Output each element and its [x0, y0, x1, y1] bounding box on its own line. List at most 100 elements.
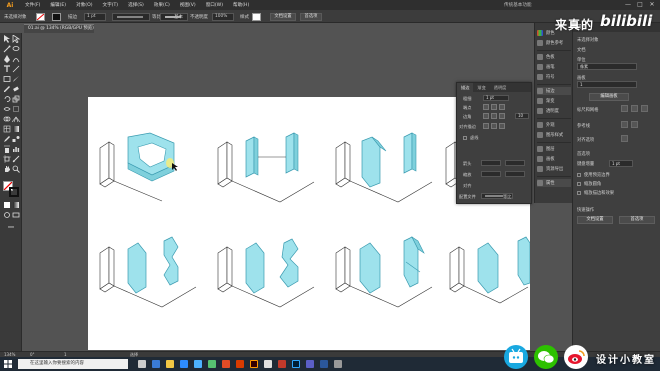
tab-stroke[interactable]: 描边	[457, 83, 474, 92]
pencil-tool-icon[interactable]	[3, 85, 11, 93]
type-tool-icon[interactable]	[3, 65, 11, 73]
app-icon-2[interactable]	[264, 360, 272, 368]
model-1[interactable]	[99, 132, 178, 202]
lock-guides-icon[interactable]	[631, 121, 638, 128]
file-explorer-icon[interactable]	[166, 360, 174, 368]
unit-select[interactable]: 像素	[577, 63, 637, 70]
photoshop-icon[interactable]	[292, 360, 300, 368]
dock-transparency[interactable]: 透明度	[537, 107, 571, 115]
model-7[interactable]	[335, 236, 433, 308]
miter-join-icon[interactable]	[483, 113, 489, 119]
dock-properties[interactable]: 属性	[537, 179, 571, 187]
menu-window[interactable]: 窗口(W)	[201, 2, 228, 8]
hand-tool-icon[interactable]	[3, 165, 11, 173]
keyboard-increment-field[interactable]: 1 pt	[609, 160, 633, 167]
free-transform-tool-icon[interactable]	[12, 105, 20, 113]
pixel-grid-icon[interactable]	[641, 105, 648, 112]
start-arrowhead-select[interactable]	[481, 160, 501, 166]
mesh-tool-icon[interactable]	[3, 125, 11, 133]
snap-to-point-icon[interactable]	[621, 135, 628, 142]
edge-icon[interactable]	[152, 360, 160, 368]
zoom-tool-icon[interactable]	[12, 165, 20, 173]
ruler-icon[interactable]	[621, 105, 628, 112]
menu-object[interactable]: 对象(O)	[71, 2, 97, 8]
powerpoint-icon[interactable]	[236, 360, 244, 368]
workspace-switcher[interactable]: 传统基本功能	[504, 2, 532, 8]
dock-artboards[interactable]: 画板	[537, 155, 571, 163]
properties-preferences-button[interactable]: 首选项	[619, 216, 655, 224]
lasso-tool-icon[interactable]	[12, 45, 20, 53]
curvature-tool-icon[interactable]	[12, 55, 20, 63]
task-view-icon[interactable]	[138, 360, 146, 368]
grid-icon[interactable]	[631, 105, 638, 112]
maximize-button[interactable]: □	[634, 0, 646, 10]
preview-bounds-checkbox[interactable]	[577, 173, 581, 177]
eyedropper-tool-icon[interactable]	[3, 135, 11, 143]
model-5[interactable]	[99, 236, 197, 308]
align-center-icon[interactable]	[483, 123, 489, 129]
round-cap-icon[interactable]	[491, 104, 497, 110]
bevel-join-icon[interactable]	[499, 113, 505, 119]
artboard-select[interactable]: 1	[577, 81, 637, 88]
tab-transparency[interactable]: 透明度	[490, 83, 511, 92]
scale-corners-checkbox[interactable]	[577, 182, 581, 186]
dock-symbols[interactable]: 符号	[537, 73, 571, 81]
shape-builder-tool-icon[interactable]	[3, 115, 11, 123]
end-arrowhead-select[interactable]	[505, 160, 525, 166]
miter-limit-field[interactable]: 10	[515, 113, 529, 119]
symbol-sprayer-tool-icon[interactable]	[3, 145, 11, 153]
scale-strokes-checkbox[interactable]	[577, 191, 581, 195]
show-guides-icon[interactable]	[621, 121, 628, 128]
gradient-mode-icon[interactable]	[12, 201, 20, 209]
slice-tool-icon[interactable]	[12, 155, 20, 163]
stroke-swatch[interactable]	[52, 12, 61, 21]
model-6[interactable]	[217, 238, 315, 308]
screen-mode-icon[interactable]	[12, 211, 20, 219]
paintbrush-tool-icon[interactable]	[12, 75, 20, 83]
menu-file[interactable]: 文件(F)	[20, 2, 45, 8]
dock-swatches[interactable]: 色板	[537, 53, 571, 61]
model-3[interactable]	[335, 132, 433, 203]
line-tool-icon[interactable]	[12, 65, 20, 73]
fill-swatch[interactable]	[36, 12, 45, 21]
start-scale-field[interactable]	[481, 171, 501, 177]
windows-start-icon[interactable]	[4, 360, 12, 368]
document-setup-button[interactable]: 文档设置	[270, 12, 296, 21]
document-tab[interactable]: 01.ai @ 134% (RGB/GPU 预览) ×	[24, 24, 94, 33]
dock-graphic-styles[interactable]: 图形样式	[537, 131, 571, 139]
artboard-tool-icon[interactable]	[3, 155, 11, 163]
menu-help[interactable]: 帮助(H)	[228, 2, 254, 8]
width-tool-icon[interactable]	[3, 105, 11, 113]
draw-mode-icon[interactable]	[3, 211, 11, 219]
selection-tool-icon[interactable]	[3, 35, 11, 43]
weight-field[interactable]: 1 pt	[483, 95, 509, 101]
tab-gradient[interactable]: 渐变	[473, 83, 489, 92]
dock-layers[interactable]: 图层	[537, 145, 571, 153]
dashed-line-checkbox[interactable]	[463, 136, 467, 140]
butt-cap-icon[interactable]	[483, 104, 489, 110]
wechat-app-icon[interactable]	[208, 360, 216, 368]
dock-appearance[interactable]: 外观	[537, 121, 571, 129]
opacity-field[interactable]: 100%	[212, 12, 234, 21]
stroke-color-indicator[interactable]	[9, 187, 19, 197]
blend-tool-icon[interactable]	[12, 135, 20, 143]
direct-selection-tool-icon[interactable]	[12, 35, 20, 43]
end-scale-field[interactable]	[505, 171, 525, 177]
close-tab-icon[interactable]: ×	[87, 25, 91, 33]
menu-view[interactable]: 视图(V)	[175, 2, 201, 8]
rotate-tool-icon[interactable]	[3, 95, 11, 103]
dock-asset-export[interactable]: 资源导出	[537, 165, 571, 173]
edit-toolbar-icon[interactable]	[7, 223, 15, 231]
align-outside-icon[interactable]	[499, 123, 505, 129]
scale-tool-icon[interactable]	[12, 95, 20, 103]
menu-effect[interactable]: 效果(C)	[149, 2, 175, 8]
color-mode-icon[interactable]	[3, 201, 11, 209]
dock-brushes[interactable]: 画笔	[537, 63, 571, 71]
menu-select[interactable]: 选择(S)	[123, 2, 149, 8]
graphic-style-swatch[interactable]	[252, 12, 261, 21]
properties-doc-setup-button[interactable]: 文档设置	[577, 216, 613, 224]
dock-gradient[interactable]: 渐变	[537, 97, 571, 105]
pen-tool-icon[interactable]	[3, 55, 11, 63]
dock-color-guide[interactable]: 颜色参考	[537, 39, 571, 47]
preferences-button[interactable]: 首选项	[300, 12, 322, 21]
